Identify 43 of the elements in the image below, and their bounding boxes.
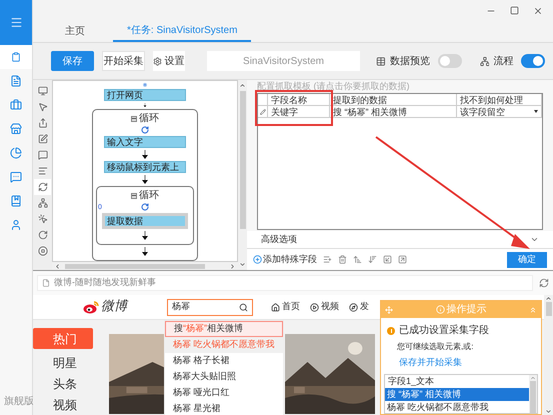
category-item[interactable]: 明星 (33, 352, 93, 373)
advanced-options-bar[interactable]: 高级选项 (247, 231, 553, 249)
confirm-button[interactable]: 确定 (507, 252, 547, 268)
tips-message: 已成功设置采集字段 (399, 324, 489, 338)
column-header: 找不到如何处理 (457, 94, 542, 105)
flow-step[interactable]: 移动鼠标到元素上 (104, 161, 186, 173)
column-header: 提取到的数据 (330, 94, 457, 105)
flow-label: 流程 (493, 54, 514, 68)
suggestion-item[interactable]: 杨幂大头贴旧照 (165, 369, 283, 385)
suggestion-item[interactable]: 杨幂 格子长裙 (165, 353, 283, 369)
save-button[interactable]: 保存 (51, 51, 94, 71)
suggestion-item[interactable]: 搜“杨幂”相关微博 (165, 321, 283, 337)
field-list-header: 字段1_文本 (387, 374, 436, 388)
suggestion-item[interactable]: 杨幂 星光裙 (165, 401, 283, 415)
edition-label: 旗舰版 (3, 394, 32, 409)
tips-hint: 您可继续选取元素,或: (396, 341, 474, 353)
field-list-item[interactable]: 杨幂 吃火锅都不愿意带我 (385, 400, 529, 414)
table-cell: 关键字 (268, 106, 330, 117)
loop-label: 循环 (139, 190, 159, 201)
address-field[interactable]: 微博-随时随地发现新鲜事 (37, 275, 533, 291)
nav-link[interactable]: 首页 (271, 300, 300, 314)
table-cell[interactable]: 该字段留空 (457, 106, 542, 117)
preview-label: 数据预览 (390, 54, 430, 68)
search-field[interactable]: 杨幂 (167, 298, 253, 316)
flow-step[interactable]: 输入文字 (104, 136, 186, 148)
suggestion-item[interactable]: 杨幂 哑光口红 (165, 385, 283, 401)
table-cell: 搜 “杨幂” 相关微博 (330, 106, 457, 117)
flow-step[interactable]: 打开网页 (104, 88, 186, 101)
tips-title: 操作提示 (446, 303, 486, 317)
loop-label: 循环 (139, 113, 159, 124)
column-header: 字段名称 (268, 94, 330, 105)
field-list-item[interactable]: 搜 “杨幂” 相关微博 (385, 388, 529, 400)
category-item[interactable]: 头条 (33, 373, 93, 394)
start-collect-button[interactable]: 开始采集 (102, 51, 145, 71)
nav-link[interactable]: 视频 (310, 300, 339, 314)
category-item[interactable]: 视频 (33, 394, 93, 415)
nav-link[interactable]: 发 (349, 300, 369, 314)
add-field-button[interactable]: 添加特殊字段 (253, 252, 317, 266)
settings-button[interactable]: 设置 (152, 51, 185, 71)
tab[interactable]: 主页 (53, 21, 97, 42)
flow-step[interactable]: 提取数据 (102, 213, 188, 229)
weibo-logo[interactable]: 微博 (83, 297, 127, 317)
save-and-start-link[interactable]: 保存并开始采集 (381, 356, 462, 370)
